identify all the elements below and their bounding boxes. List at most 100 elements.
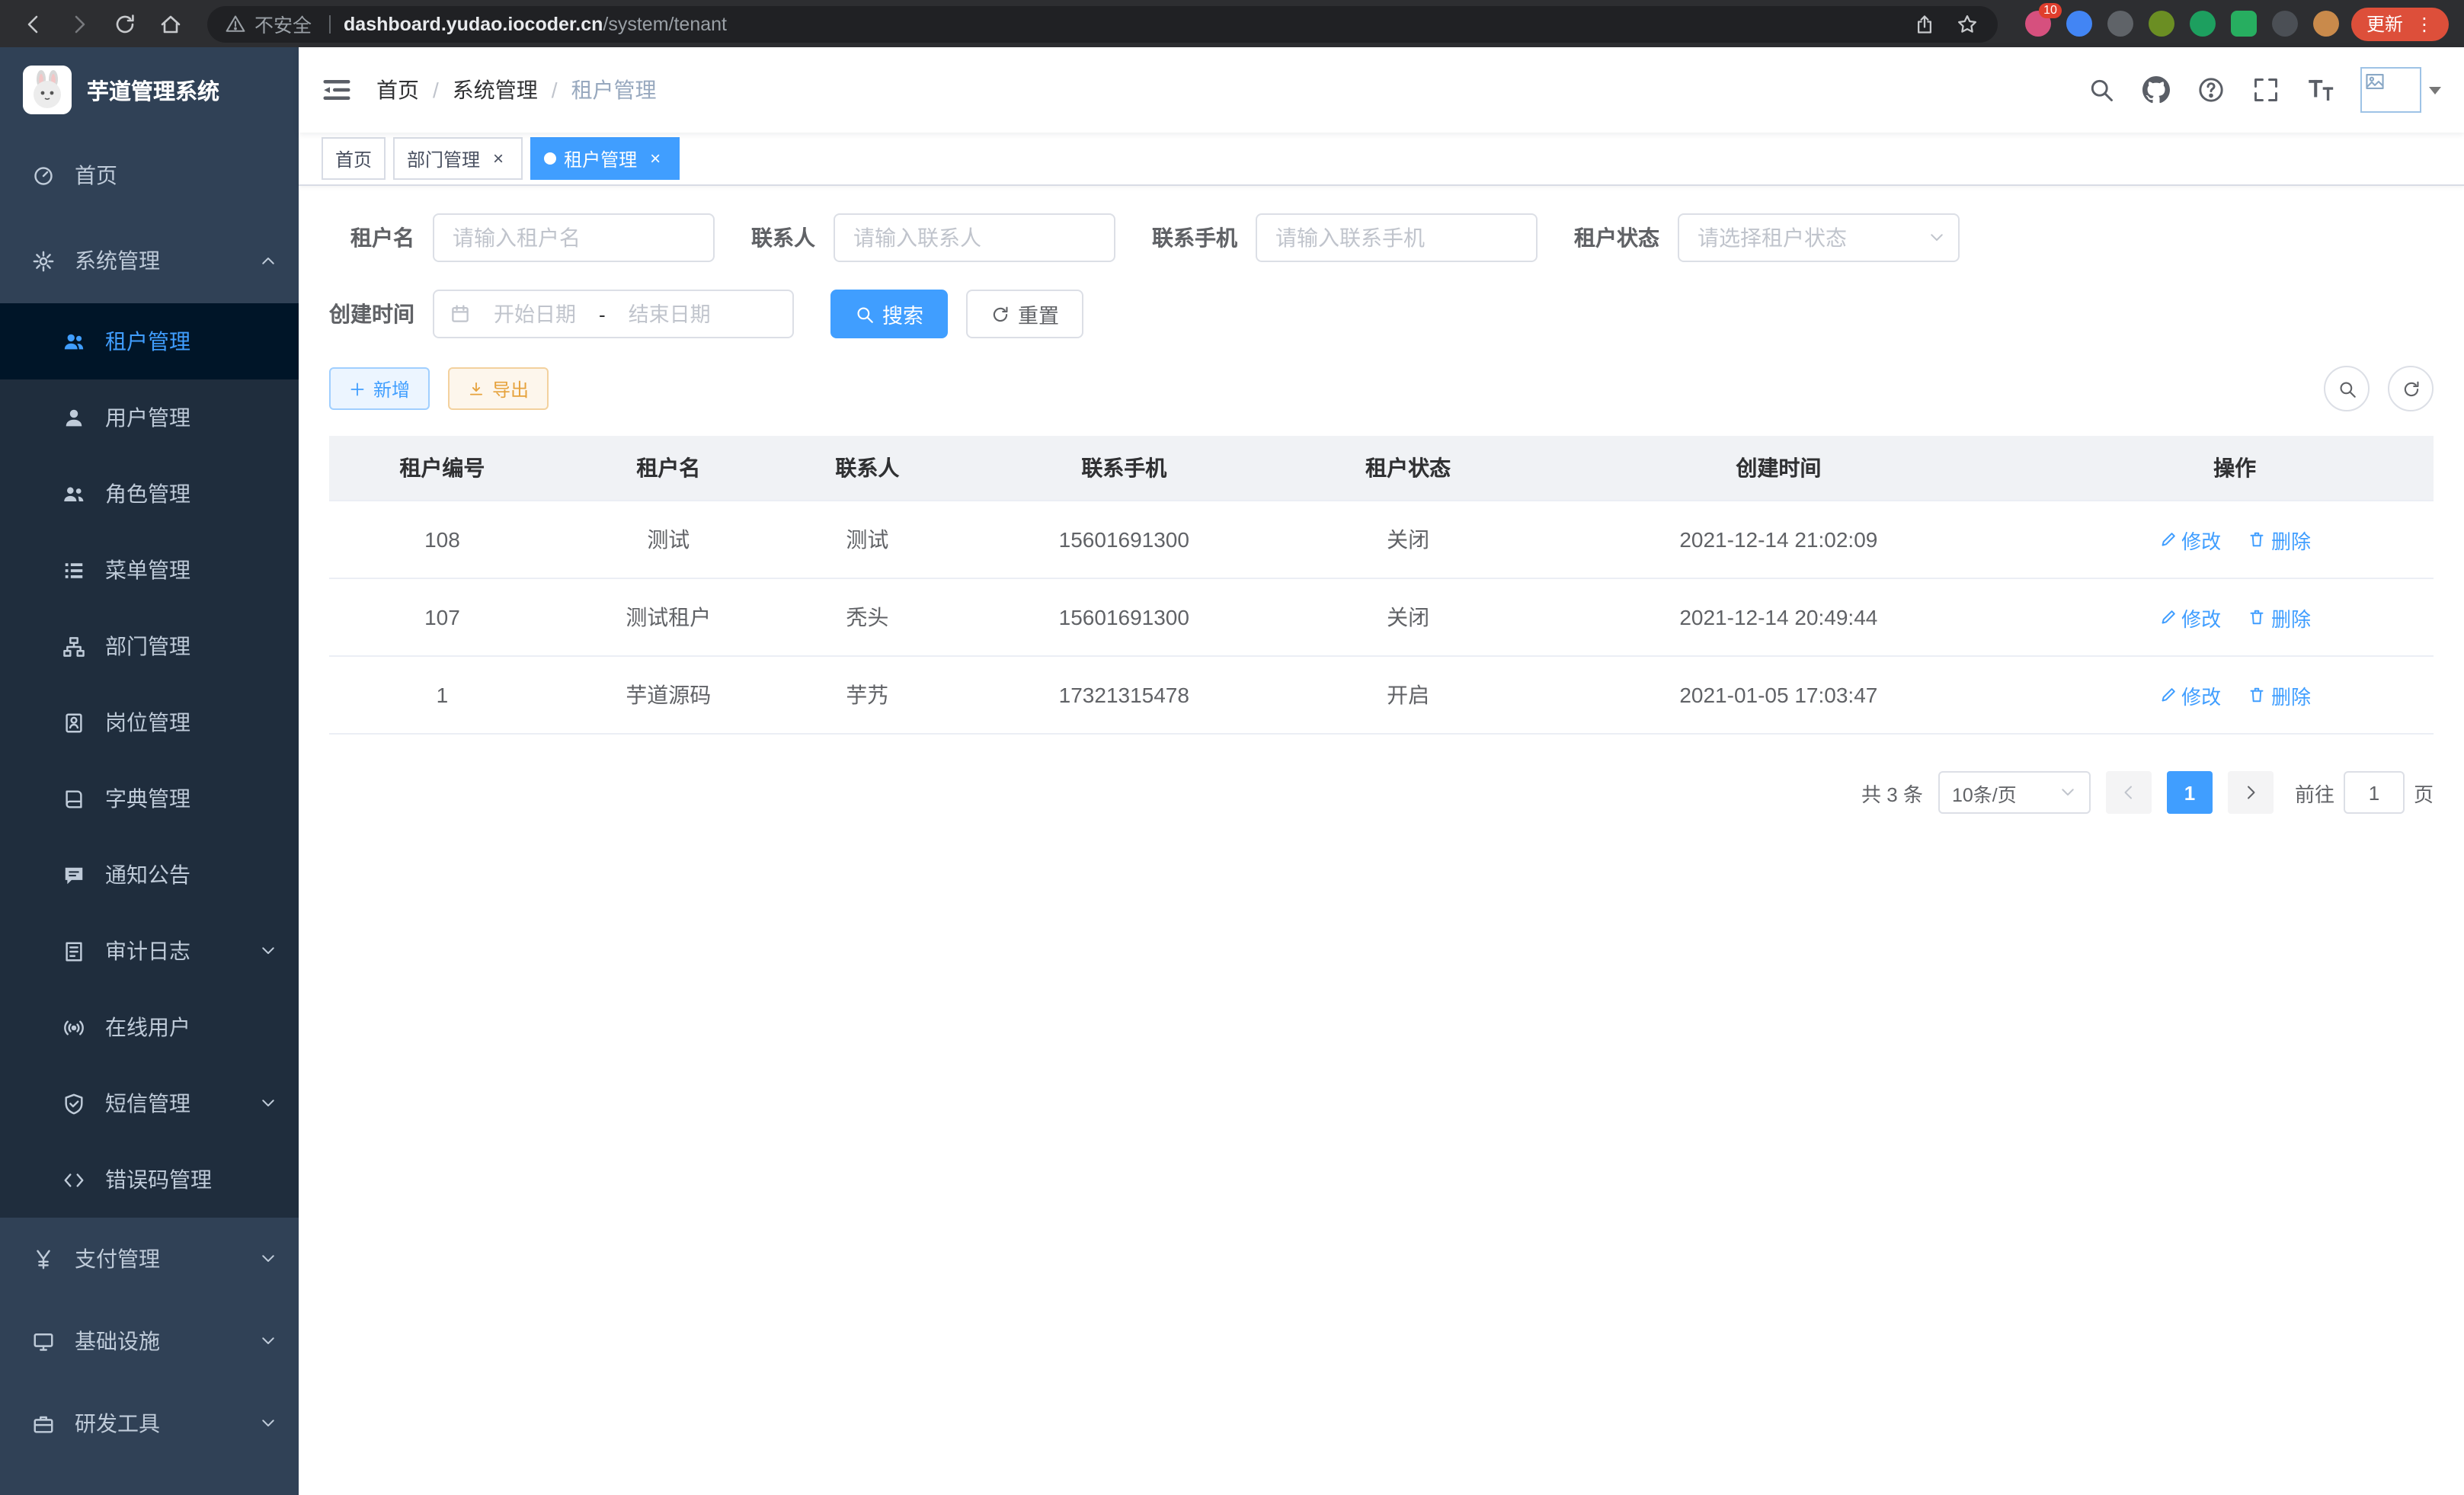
edit-button[interactable]: 修改 (2158, 525, 2221, 554)
github-icon[interactable] (2129, 76, 2184, 104)
user-avatar-menu[interactable] (2360, 67, 2441, 113)
table-search-toggle-button[interactable] (2324, 366, 2370, 411)
sidebar-item-user[interactable]: 用户管理 (0, 379, 299, 456)
add-button[interactable]: 新增 (329, 367, 430, 410)
address-bar[interactable]: 不安全 dashboard.yudao.iocoder.cn/system/te… (207, 5, 1998, 42)
extension-badge: 10 (2039, 3, 2062, 18)
prev-page-button[interactable] (2106, 771, 2152, 814)
sidebar-item-infra[interactable]: 基础设施 (0, 1300, 299, 1382)
delete-button[interactable]: 删除 (2248, 525, 2311, 554)
sidebar-item-dict[interactable]: 字典管理 (0, 760, 299, 837)
edit-button[interactable]: 修改 (2158, 603, 2221, 632)
sidebar-item-payment[interactable]: 支付管理 (0, 1218, 299, 1300)
close-icon[interactable] (645, 148, 666, 169)
user-icon (61, 405, 85, 430)
reset-button[interactable]: 重置 (966, 290, 1083, 338)
audit-log-icon (61, 939, 85, 963)
sidebar-item-audit-log[interactable]: 审计日志 (0, 913, 299, 989)
breadcrumb-system[interactable]: 系统管理 (453, 75, 538, 105)
chevron-down-icon (2059, 783, 2077, 802)
edit-button[interactable]: 修改 (2158, 680, 2221, 709)
sidebar-item-tenant[interactable]: 租户管理 (0, 303, 299, 379)
tab-tenant[interactable]: 租户管理 (530, 137, 680, 180)
main-area: 首页 / 系统管理 / 租户管理 (299, 47, 2464, 1495)
browser-profile-avatar[interactable] (2313, 11, 2339, 37)
date-range-picker[interactable]: - (433, 290, 794, 338)
table-header-row: 租户编号 租户名 联系人 联系手机 租户状态 创建时间 操作 (329, 436, 2434, 501)
next-page-button[interactable] (2228, 771, 2274, 814)
font-size-icon[interactable] (2293, 76, 2348, 104)
extension-icon-3[interactable] (2107, 11, 2133, 37)
extension-icon-4[interactable] (2149, 11, 2174, 37)
page-number-1[interactable]: 1 (2167, 771, 2213, 814)
sidebar-item-post[interactable]: 岗位管理 (0, 684, 299, 760)
sidebar-item-dept[interactable]: 部门管理 (0, 608, 299, 684)
export-button[interactable]: 导出 (448, 367, 549, 410)
start-date-input[interactable] (477, 303, 593, 325)
extension-icon-1[interactable]: 10 (2025, 11, 2051, 37)
browser-forward-button[interactable] (58, 4, 101, 43)
tenant-name-input[interactable] (433, 213, 715, 262)
sidebar-item-sms[interactable]: 短信管理 (0, 1065, 299, 1141)
extension-icon-7[interactable] (2272, 11, 2298, 37)
search-icon[interactable] (2074, 76, 2129, 104)
breadcrumb-home[interactable]: 首页 (376, 75, 419, 105)
page-size-select[interactable]: 10条/页 (1938, 771, 2091, 814)
table-refresh-button[interactable] (2388, 366, 2434, 411)
delete-button[interactable]: 删除 (2248, 680, 2311, 709)
url-host: dashboard.yudao.iocoder.cn (344, 13, 603, 34)
end-date-input[interactable] (612, 303, 728, 325)
sidebar-item-error-code[interactable]: 错误码管理 (0, 1141, 299, 1218)
caret-down-icon (2429, 86, 2441, 94)
bookmark-star-icon[interactable] (1946, 4, 1989, 43)
status-select[interactable]: 请选择租户状态 (1678, 213, 1960, 262)
contact-mobile-input[interactable] (1256, 213, 1538, 262)
fullscreen-icon[interactable] (2238, 76, 2293, 104)
extension-icon-6[interactable] (2231, 11, 2257, 37)
sidebar-item-notice[interactable]: 通知公告 (0, 837, 299, 913)
table-row: 108 测试 测试 15601691300 关闭 2021-12-14 21:0… (329, 501, 2434, 578)
sidebar-collapse-icon[interactable] (322, 75, 352, 105)
browser-home-button[interactable] (149, 4, 192, 43)
navbar-right-tools (2074, 67, 2441, 113)
filter-contact-mobile: 联系手机 (1152, 213, 1538, 262)
table-row: 1 芋道源码 芋艿 17321315478 开启 2021-01-05 17:0… (329, 656, 2434, 734)
extension-icon-2[interactable] (2066, 11, 2092, 37)
sidebar-item-role[interactable]: 角色管理 (0, 456, 299, 532)
avatar[interactable] (2360, 67, 2421, 113)
tenant-table: 租户编号 租户名 联系人 联系手机 租户状态 创建时间 操作 108 测试 (329, 436, 2434, 735)
sidebar-item-devtools[interactable]: 研发工具 (0, 1382, 299, 1465)
error-code-icon (61, 1167, 85, 1192)
sidebar-item-online-user[interactable]: 在线用户 (0, 989, 299, 1065)
sidebar-item-menu[interactable]: 菜单管理 (0, 532, 299, 608)
question-icon[interactable] (2184, 76, 2238, 104)
chrome-update-button[interactable]: 更新 (2351, 7, 2449, 40)
devtools-icon (30, 1411, 55, 1436)
browser-chrome: 不安全 dashboard.yudao.iocoder.cn/system/te… (0, 0, 2464, 47)
filter-contact-name: 联系人 (751, 213, 1115, 262)
security-label[interactable]: 不安全 (254, 9, 312, 38)
sidebar-item-system[interactable]: 系统管理 (0, 218, 299, 303)
goto-page-input[interactable] (2344, 771, 2405, 814)
filter-status: 租户状态 请选择租户状态 (1574, 213, 1960, 262)
tab-home[interactable]: 首页 (322, 137, 386, 180)
close-icon[interactable] (488, 148, 509, 169)
sidebar-item-home[interactable]: 首页 (0, 133, 299, 218)
filter-create-time: 创建时间 - (329, 290, 794, 338)
search-button[interactable]: 搜索 (830, 290, 948, 338)
chevron-down-icon (259, 1250, 277, 1268)
role-users-icon (61, 482, 85, 506)
browser-reload-button[interactable] (104, 4, 146, 43)
table-row: 107 测试租户 秃头 15601691300 关闭 2021-12-14 20… (329, 578, 2434, 656)
pagination: 共 3 条 10条/页 1 前往 页 (329, 771, 2434, 814)
delete-button[interactable]: 删除 (2248, 603, 2311, 632)
contact-name-input[interactable] (834, 213, 1115, 262)
status-text: 关闭 (1295, 578, 1522, 656)
extension-icon-5[interactable] (2190, 11, 2216, 37)
browser-back-button[interactable] (12, 4, 55, 43)
pagination-total: 共 3 条 (1861, 778, 1923, 807)
tab-dept[interactable]: 部门管理 (393, 137, 523, 180)
browser-menu-icon[interactable] (2415, 13, 2434, 34)
share-icon[interactable] (1903, 4, 1946, 43)
sidebar-logo-row[interactable]: 芋道管理系统 (0, 47, 299, 133)
